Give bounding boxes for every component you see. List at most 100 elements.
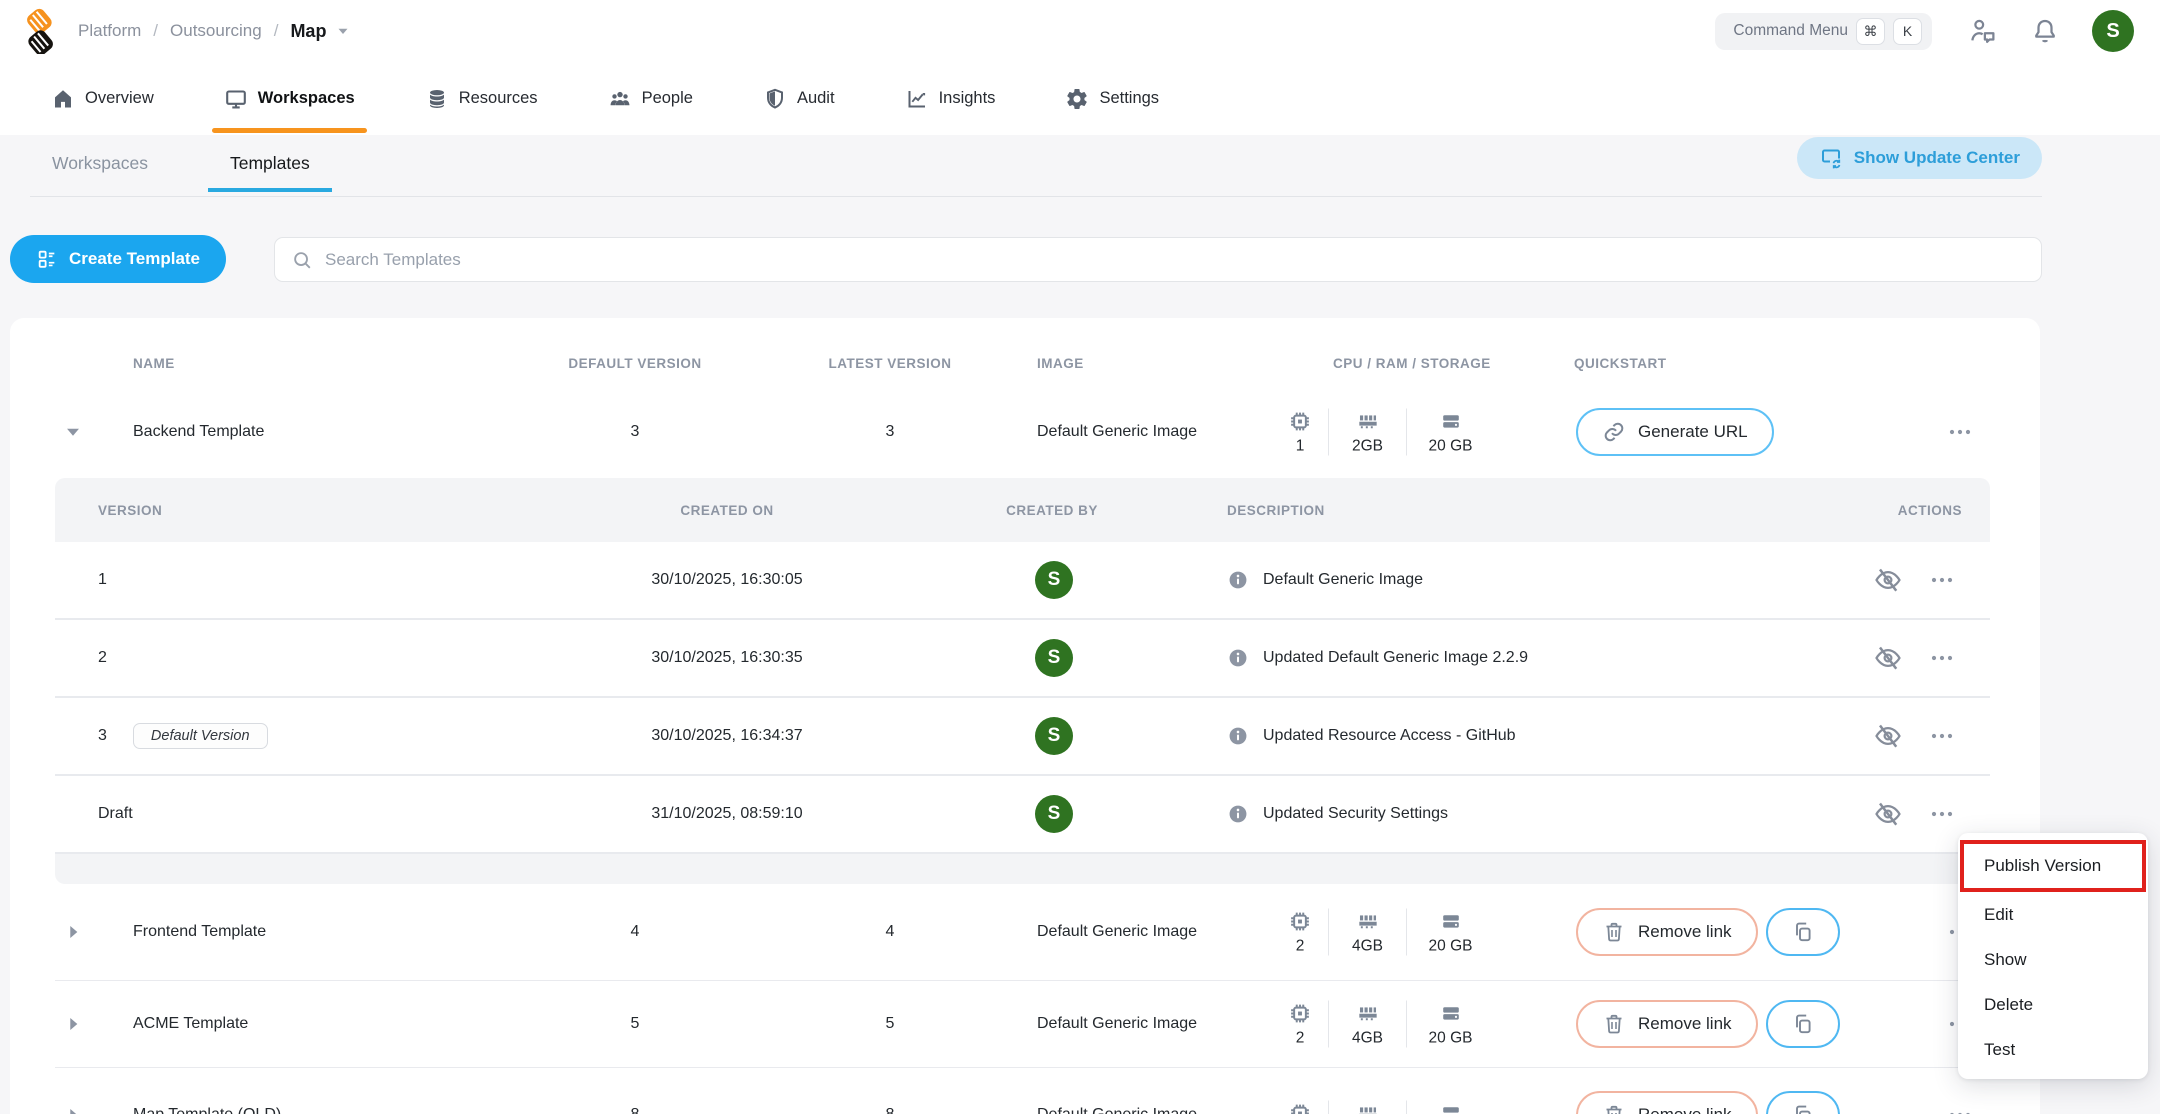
image-name: Default Generic Image <box>1037 1106 1197 1114</box>
create-template-button[interactable]: Create Template <box>10 235 226 283</box>
default-version-value: 5 <box>631 1015 640 1033</box>
tab-label: Audit <box>797 89 835 108</box>
remove-link-button[interactable]: Remove link <box>1576 1000 1758 1048</box>
version-row: 2 30/10/2025, 16:30:35 S Updated Default… <box>55 620 1990 698</box>
tab-label: Insights <box>939 89 996 108</box>
remove-link-button[interactable]: Remove link <box>1576 908 1758 956</box>
menu-item-delete[interactable]: Delete <box>1958 982 2148 1027</box>
expand-row-icon[interactable] <box>60 1102 86 1114</box>
hide-version-icon[interactable] <box>1873 565 1903 595</box>
template-name: Map Template (OLD) <box>133 1106 281 1114</box>
tab-people[interactable]: People <box>596 62 705 135</box>
tab-label: Settings <box>1099 89 1159 108</box>
resources-cluster: 1 2GB 20 GB <box>1272 408 1494 455</box>
trash-icon <box>1602 1012 1626 1036</box>
menu-item-test[interactable]: Test <box>1958 1027 2148 1072</box>
command-menu-button[interactable]: Command Menu ⌘ K <box>1715 13 1932 50</box>
default-version-badge: Default Version <box>133 723 268 749</box>
description-text: Updated Default Generic Image 2.2.9 <box>1263 649 1528 667</box>
breadcrumb-outsourcing[interactable]: Outsourcing <box>170 21 262 41</box>
copy-template-button[interactable] <box>1766 908 1840 956</box>
expand-row-icon[interactable] <box>60 919 86 945</box>
default-version-value: 3 <box>631 423 640 441</box>
image-name: Default Generic Image <box>1037 923 1197 941</box>
notifications-bell-icon[interactable] <box>2030 16 2060 46</box>
template-name: Backend Template <box>133 423 264 441</box>
user-avatar[interactable]: S <box>2092 10 2134 52</box>
menu-item-show[interactable]: Show <box>1958 937 2148 982</box>
ram-value: 2GB <box>1352 437 1383 455</box>
tab-label: Workspaces <box>258 89 355 108</box>
hide-version-icon[interactable] <box>1873 799 1903 829</box>
user-feedback-icon[interactable] <box>1968 16 1998 46</box>
breadcrumb-platform[interactable]: Platform <box>78 21 141 41</box>
created-on-value: 30/10/2025, 16:34:37 <box>651 727 802 745</box>
people-icon <box>608 87 632 111</box>
tab-label: Overview <box>85 89 154 108</box>
show-update-center-label: Show Update Center <box>1854 148 2020 168</box>
created-on-value: 31/10/2025, 08:59:10 <box>651 805 802 823</box>
link-icon <box>1602 420 1626 444</box>
hide-version-icon[interactable] <box>1873 721 1903 751</box>
template-name: Frontend Template <box>133 923 266 941</box>
remove-link-label: Remove link <box>1638 1014 1732 1034</box>
storage-value: 20 GB <box>1429 938 1473 956</box>
remove-link-label: Remove link <box>1638 1105 1732 1114</box>
search-templates-input[interactable] <box>325 250 2025 270</box>
trash-icon <box>1602 920 1626 944</box>
collapse-row-icon[interactable] <box>60 419 86 445</box>
subtab-workspaces[interactable]: Workspaces <box>30 145 170 192</box>
latest-version-value: 5 <box>886 1015 895 1033</box>
breadcrumb-separator: / <box>153 21 158 41</box>
column-header-quickstart: QUICKSTART <box>1574 356 1667 371</box>
cpu-icon <box>1287 408 1313 434</box>
row-more-actions-icon[interactable] <box>1947 419 1973 445</box>
tab-resources[interactable]: Resources <box>413 62 550 135</box>
cpu-icon <box>1287 1000 1313 1026</box>
tab-insights[interactable]: Insights <box>893 62 1008 135</box>
tab-audit[interactable]: Audit <box>751 62 847 135</box>
home-icon <box>51 87 75 111</box>
tab-settings[interactable]: Settings <box>1053 62 1171 135</box>
version-more-actions-icon[interactable] <box>1929 801 1955 827</box>
breadcrumb-current-dropdown[interactable]: Map <box>290 21 352 42</box>
version-more-actions-icon[interactable] <box>1929 567 1955 593</box>
gear-icon <box>1065 87 1089 111</box>
copy-template-button[interactable] <box>1766 1000 1840 1048</box>
cpu-icon <box>1287 909 1313 935</box>
version-more-actions-icon[interactable] <box>1929 645 1955 671</box>
cpu-resource <box>1272 1101 1328 1114</box>
version-number: Draft <box>98 805 133 823</box>
column-header-cpu-ram-storage: CPU / RAM / STORAGE <box>1333 356 1491 371</box>
tab-overview[interactable]: Overview <box>39 62 166 135</box>
description-text: Updated Security Settings <box>1263 805 1448 823</box>
version-row: 1 30/10/2025, 16:30:05 S Default Generic… <box>55 542 1990 620</box>
subnav-tabs: Workspaces Templates <box>30 145 332 192</box>
cmd-keycap: ⌘ <box>1856 18 1885 45</box>
copy-template-button[interactable] <box>1766 1091 1840 1114</box>
command-menu-label: Command Menu <box>1733 22 1848 40</box>
app-logo-icon[interactable] <box>18 8 62 54</box>
row-more-actions-icon[interactable] <box>1947 1102 1973 1114</box>
generate-url-button[interactable]: Generate URL <box>1576 408 1774 456</box>
breadcrumb: Platform / Outsourcing / Map <box>78 0 352 62</box>
chevron-down-icon <box>334 22 352 40</box>
expand-row-icon[interactable] <box>60 1011 86 1037</box>
search-icon <box>291 249 313 271</box>
hide-version-icon[interactable] <box>1873 643 1903 673</box>
ram-value: 4GB <box>1352 1029 1383 1047</box>
column-header-default-version: DEFAULT VERSION <box>568 356 701 371</box>
version-row: Draft 31/10/2025, 08:59:10 S Updated Sec… <box>55 776 1990 854</box>
menu-item-edit[interactable]: Edit <box>1958 892 2148 937</box>
top-header: Platform / Outsourcing / Map Command Men… <box>0 0 2160 62</box>
cpu-resource: 2 <box>1272 909 1328 956</box>
tab-workspaces[interactable]: Workspaces <box>212 62 367 135</box>
remove-link-button[interactable]: Remove link <box>1576 1091 1758 1114</box>
menu-item-publish-version[interactable]: Publish Version <box>1960 840 2146 892</box>
subtab-templates[interactable]: Templates <box>208 145 332 192</box>
created-on-value: 30/10/2025, 16:30:35 <box>651 649 802 667</box>
chart-icon <box>905 87 929 111</box>
template-row: Map Template (OLD) 8 8 Default Generic I… <box>10 1067 2040 1114</box>
show-update-center-button[interactable]: Show Update Center <box>1797 137 2042 179</box>
version-more-actions-icon[interactable] <box>1929 723 1955 749</box>
